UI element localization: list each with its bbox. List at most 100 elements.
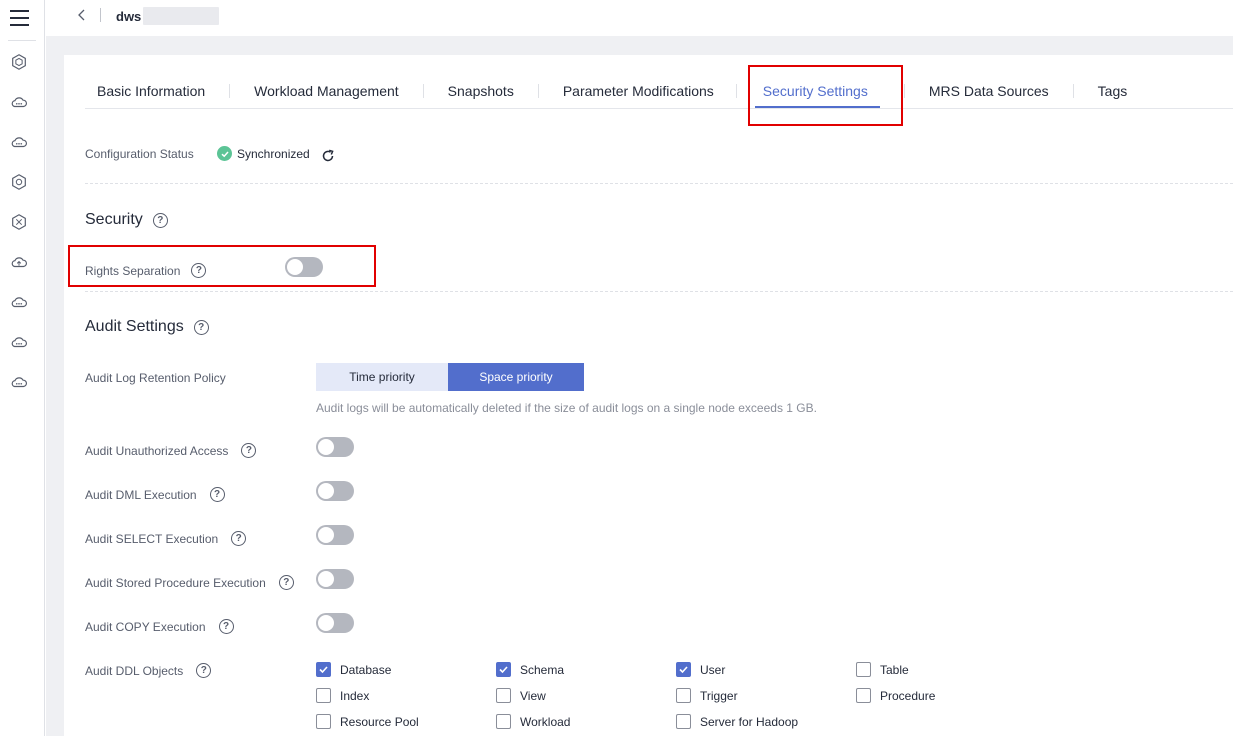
ddl-resource-pool-checkbox[interactable]: Resource Pool xyxy=(316,714,419,729)
space-priority-option[interactable]: Space priority xyxy=(448,363,584,391)
topbar-divider xyxy=(100,8,101,22)
toggle-knob xyxy=(318,527,334,543)
checkbox-label: Workload xyxy=(520,714,571,729)
security-title-text: Security xyxy=(85,211,143,228)
audit-title-text: Audit Settings xyxy=(85,318,184,335)
tab-divider xyxy=(903,84,905,98)
retention-hint: Audit logs will be automatically deleted… xyxy=(316,401,817,415)
hamburger-menu-icon[interactable] xyxy=(10,8,30,28)
audit-copy-toggle[interactable] xyxy=(316,613,354,633)
tab-bar: Basic Information Workload Management Sn… xyxy=(97,83,1128,108)
audit-unauthorized-label: Audit Unauthorized Access xyxy=(85,443,229,458)
refresh-icon[interactable] xyxy=(321,149,335,163)
checkbox-label: Server for Hadoop xyxy=(700,714,799,729)
top-bar: dws xyxy=(46,0,1233,36)
retention-policy-label: Audit Log Retention Policy xyxy=(85,371,226,385)
checkbox-checked-icon xyxy=(316,662,331,677)
cluster-name: dws xyxy=(116,8,142,24)
checkbox-label: User xyxy=(700,662,726,677)
ddl-index-checkbox[interactable]: Index xyxy=(316,688,369,703)
hexagon-service-icon[interactable] xyxy=(9,52,29,72)
ddl-workload-checkbox[interactable]: Workload xyxy=(496,714,570,729)
ddl-procedure-checkbox[interactable]: Procedure xyxy=(856,688,935,703)
ddl-database-checkbox[interactable]: Database xyxy=(316,662,391,677)
ddl-user-checkbox[interactable]: User xyxy=(676,662,725,677)
tab-tags[interactable]: Tags xyxy=(1098,83,1128,99)
tab-underline-rule xyxy=(85,108,1233,109)
audit-stored-procedure-label: Audit Stored Procedure Execution xyxy=(85,575,266,590)
time-priority-option[interactable]: Time priority xyxy=(316,363,448,391)
cloud-service-icon[interactable] xyxy=(9,292,29,312)
ddl-view-checkbox[interactable]: View xyxy=(496,688,546,703)
ddl-trigger-checkbox[interactable]: Trigger xyxy=(676,688,738,703)
cloud-service-icon[interactable] xyxy=(9,132,29,152)
cloud-service-icon[interactable] xyxy=(9,372,29,392)
audit-ddl-row: Audit DDL Objects ? xyxy=(85,663,212,678)
tab-divider xyxy=(537,84,539,98)
help-icon[interactable]: ? xyxy=(152,212,168,228)
tab-mrs-data-sources[interactable]: MRS Data Sources xyxy=(929,83,1049,99)
tab-parameter-modifications[interactable]: Parameter Modifications xyxy=(563,83,714,99)
tab-basic-information[interactable]: Basic Information xyxy=(97,83,205,99)
audit-select-row: Audit SELECT Execution ? xyxy=(85,531,247,546)
checkbox-label: Database xyxy=(340,662,392,677)
audit-select-label: Audit SELECT Execution xyxy=(85,531,219,546)
help-icon[interactable]: ? xyxy=(241,443,257,458)
help-icon[interactable]: ? xyxy=(278,575,294,590)
checkbox-checked-icon xyxy=(496,662,511,677)
toggle-knob xyxy=(318,439,334,455)
hexagon-service-icon[interactable] xyxy=(9,212,29,232)
checkbox-empty-icon xyxy=(676,688,691,703)
checkbox-label: Trigger xyxy=(700,688,738,703)
section-divider xyxy=(85,291,1233,292)
audit-stored-procedure-row: Audit Stored Procedure Execution ? xyxy=(85,575,294,590)
help-icon[interactable]: ? xyxy=(193,319,209,335)
audit-copy-row: Audit COPY Execution ? xyxy=(85,619,234,634)
back-arrow-icon[interactable] xyxy=(74,6,90,24)
help-icon[interactable]: ? xyxy=(218,619,234,634)
audit-dml-toggle[interactable] xyxy=(316,481,354,501)
retention-policy-segmented: Time priority Space priority xyxy=(316,363,584,391)
checkbox-checked-icon xyxy=(676,662,691,677)
highlight-box-rights-separation xyxy=(68,245,376,287)
checkbox-label: Schema xyxy=(520,662,565,677)
checkbox-empty-icon xyxy=(496,714,511,729)
help-icon[interactable]: ? xyxy=(231,531,247,546)
audit-unauthorized-row: Audit Unauthorized Access ? xyxy=(85,443,257,458)
tab-divider xyxy=(422,84,424,98)
ddl-table-checkbox[interactable]: Table xyxy=(856,662,909,677)
audit-dml-row: Audit DML Execution ? xyxy=(85,487,225,502)
help-icon[interactable]: ? xyxy=(196,663,212,678)
ddl-server-for-hadoop-checkbox[interactable]: Server for Hadoop xyxy=(676,714,798,729)
rail-divider xyxy=(8,40,36,41)
checkbox-empty-icon xyxy=(316,714,331,729)
checkbox-empty-icon xyxy=(676,714,691,729)
audit-ddl-label: Audit DDL Objects xyxy=(85,663,184,678)
checkbox-label: View xyxy=(520,688,546,703)
tab-divider xyxy=(1072,84,1074,98)
cloud-upload-icon[interactable] xyxy=(9,252,29,272)
help-icon[interactable]: ? xyxy=(209,487,225,502)
cloud-service-icon[interactable] xyxy=(9,92,29,112)
checkbox-empty-icon xyxy=(316,688,331,703)
toggle-knob xyxy=(318,483,334,499)
checkbox-label: Table xyxy=(880,662,909,677)
check-circle-icon xyxy=(217,146,232,161)
tab-snapshots[interactable]: Snapshots xyxy=(448,83,514,99)
main-card: Basic Information Workload Management Sn… xyxy=(64,55,1233,736)
checkbox-empty-icon xyxy=(496,688,511,703)
highlight-box-security-tab xyxy=(748,65,903,126)
config-status-value: Synchronized xyxy=(217,146,310,161)
left-rail xyxy=(0,0,45,736)
tab-workload-management[interactable]: Workload Management xyxy=(254,83,398,99)
cluster-title: dws xyxy=(116,7,220,25)
audit-stored-procedure-toggle[interactable] xyxy=(316,569,354,589)
hexagon-service-icon[interactable] xyxy=(9,172,29,192)
audit-select-toggle[interactable] xyxy=(316,525,354,545)
ddl-schema-checkbox[interactable]: Schema xyxy=(496,662,564,677)
audit-copy-label: Audit COPY Execution xyxy=(85,619,206,634)
section-divider xyxy=(85,183,1233,184)
cloud-service-icon[interactable] xyxy=(9,332,29,352)
audit-unauthorized-toggle[interactable] xyxy=(316,437,354,457)
tab-divider xyxy=(229,84,231,98)
